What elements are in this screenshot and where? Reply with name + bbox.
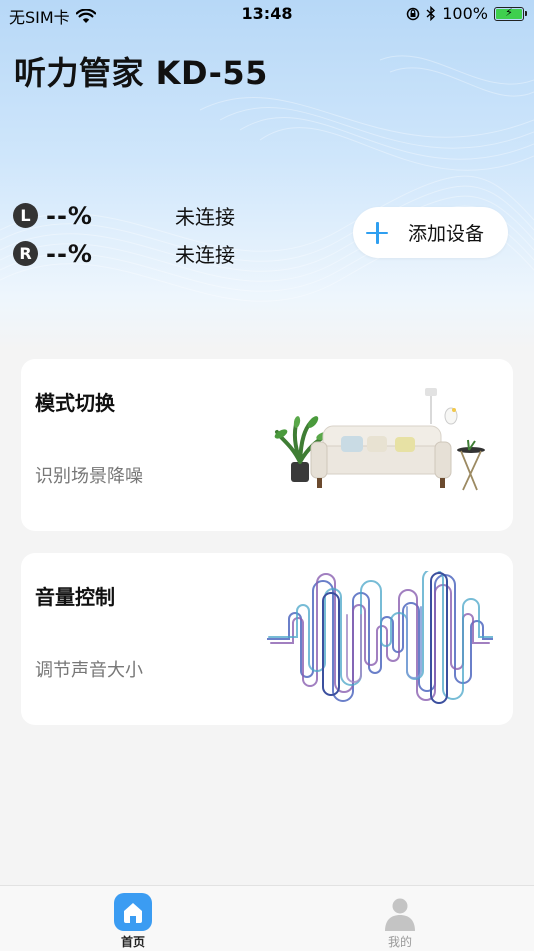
tab-home-label: 首页: [120, 935, 145, 949]
add-device-button[interactable]: 添加设备: [353, 207, 508, 258]
left-ear-status: L --% 未连接: [13, 201, 235, 230]
volume-control-title: 音量控制: [35, 585, 115, 609]
left-ear-battery: --%: [46, 201, 93, 230]
page-title: 听力管家 KD-55: [14, 54, 268, 92]
tab-bar: 首页 我的: [0, 885, 534, 951]
right-ear-status: R --% 未连接: [13, 239, 235, 268]
right-ear-battery: --%: [46, 239, 93, 268]
home-icon: [114, 893, 152, 931]
tab-home[interactable]: 首页: [93, 886, 173, 951]
battery-percent: 100%: [442, 4, 488, 23]
battery-charging-icon: ⚡: [494, 6, 527, 21]
tab-mine-label: 我的: [387, 935, 412, 949]
bluetooth-icon: [426, 6, 436, 21]
living-room-illustration: [274, 388, 485, 491]
sound-wave-illustration: [267, 571, 493, 704]
user-icon: [381, 893, 419, 931]
right-ear-connection: 未连接: [175, 243, 235, 267]
right-ear-badge: R: [13, 241, 38, 266]
plus-icon: [366, 221, 388, 244]
status-bar: 无SIM卡 13:48 100% ⚡: [0, 0, 534, 28]
orientation-lock-icon: [407, 7, 420, 20]
left-ear-badge: L: [13, 203, 38, 228]
mode-switch-card[interactable]: 模式切换 识别场景降噪: [21, 359, 513, 531]
volume-control-subtitle: 调节声音大小: [35, 660, 143, 681]
mode-switch-title: 模式切换: [35, 391, 115, 415]
volume-control-card[interactable]: 音量控制 调节声音大小: [21, 553, 513, 725]
tab-mine[interactable]: 我的: [360, 886, 440, 951]
left-ear-connection: 未连接: [175, 205, 235, 229]
mode-switch-subtitle: 识别场景降噪: [35, 466, 143, 487]
add-device-label: 添加设备: [408, 223, 485, 245]
